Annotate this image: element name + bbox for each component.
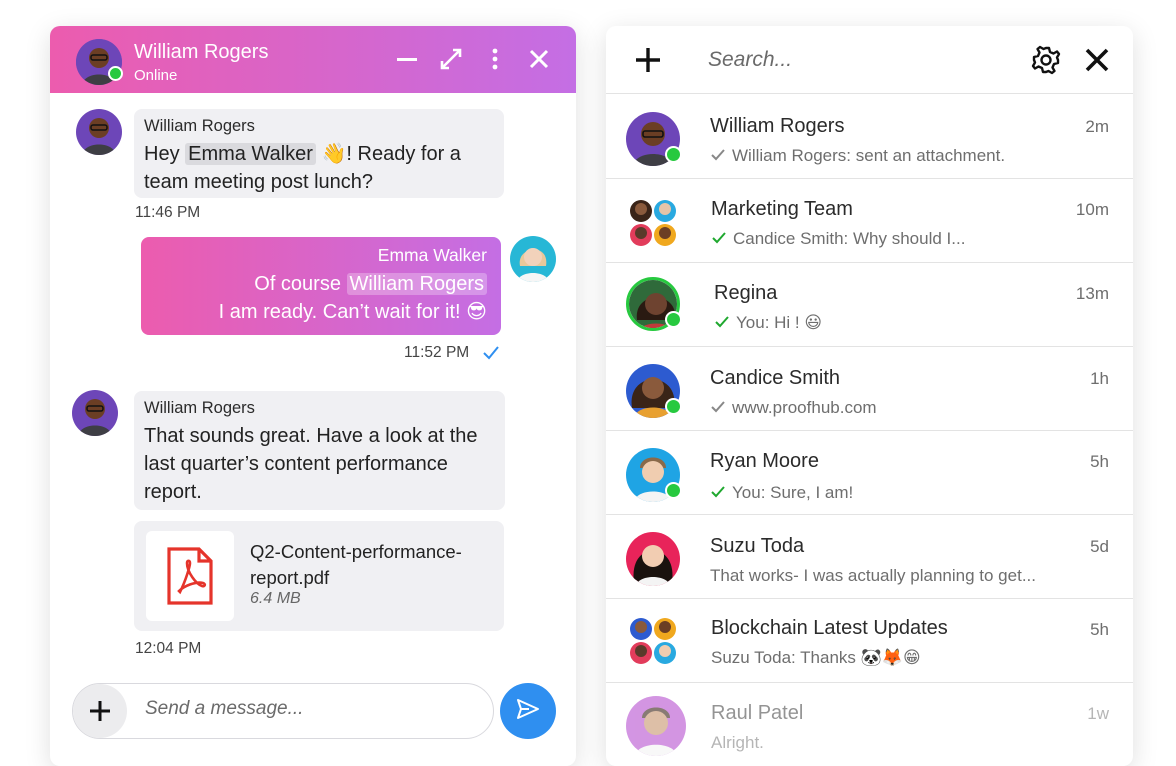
message-time: 12:04 PM [135,640,202,657]
online-indicator [665,146,682,163]
message-text: That sounds great. Have a look at the la… [144,425,478,503]
conversation-preview: William Rogers: sent an attachment. [710,146,1005,167]
conversation-item[interactable]: Marketing Team Candice Smith: Why should… [606,179,1133,263]
file-attachment[interactable]: Q2-Content-performance-report.pdf 6.4 MB [134,521,504,631]
conversation-name: William Rogers [710,115,845,137]
avatar[interactable] [510,236,556,282]
file-name: Q2-Content-performance-report.pdf [250,541,462,588]
conversation-name: Blockchain Latest Updates [711,617,948,639]
gear-icon[interactable] [1030,44,1062,76]
pdf-icon [146,531,234,621]
file-size: 6.4 MB [250,590,301,607]
avatar [626,532,680,586]
check-icon [482,345,500,366]
conversation-preview: www.proofhub.com [710,398,877,419]
conversation-item[interactable]: Ryan Moore You: Sure, I am! 5h [606,431,1133,515]
close-icon[interactable] [526,44,552,74]
list-header [606,26,1133,94]
send-button[interactable] [500,683,556,739]
message-time: 11:52 PM [404,344,470,361]
online-indicator [665,482,682,499]
expand-icon[interactable] [438,44,464,74]
conversation-name: Raul Patel [711,702,804,724]
contact-status: Online [134,67,178,84]
message-bubble: William Rogers Hey Emma Walker 👋! Ready … [134,109,504,198]
mention[interactable]: Emma Walker [185,143,316,165]
conversation-name: Regina [714,282,778,304]
send-icon [516,698,540,725]
message-bubble: William Rogers That sounds great. Have a… [134,391,505,510]
minimize-icon[interactable] [394,44,420,74]
mention[interactable]: William Rogers [346,273,487,295]
conversation-preview: Alright. [711,733,764,752]
conversation-time: 13m [1075,284,1109,303]
message-composer [72,683,494,739]
conversation-preview: Suzu Toda: Thanks 🐼🦊😁 [711,648,921,667]
avatar[interactable] [76,109,122,155]
check-icon [710,399,726,419]
avatar[interactable] [72,390,118,436]
conversation-list-panel: William Rogers William Rogers: sent an a… [606,26,1133,766]
conversation-time: 1h [1090,369,1109,388]
search-input[interactable] [708,48,988,72]
message-text: Hey Emma Walker 👋! Ready for a team meet… [144,143,461,193]
message-sender: William Rogers [144,399,255,417]
message-sender: Emma Walker [377,245,487,265]
conversation-item[interactable]: Candice Smith www.proofhub.com 1h [606,347,1133,431]
chat-window: William Rogers Online William Rogers Hey… [50,26,576,766]
conversation-item[interactable]: Regina You: Hi ! 😃 13m [606,263,1133,347]
message-time: 11:46 PM [135,204,201,221]
message-text: Of course William Rogers I am ready. Can’… [218,273,487,323]
conversation-item[interactable]: Suzu Toda That works- I was actually pla… [606,515,1133,599]
avatar [626,696,686,756]
conversation-name: Candice Smith [710,367,841,389]
conversation-preview: You: Hi ! 😃 [714,313,822,334]
new-chat-button[interactable] [634,46,662,74]
check-icon [714,314,730,334]
check-icon [711,230,727,250]
conversation-time: 10m [1075,200,1109,219]
chat-header: William Rogers Online [50,26,576,93]
message-input[interactable] [145,698,465,720]
conversation-time: 1w [1087,704,1109,723]
close-icon[interactable] [1084,47,1110,73]
conversation-name: Suzu Toda [710,535,805,557]
plus-icon[interactable] [73,684,127,738]
online-indicator [108,66,123,81]
conversation-time: 2m [1085,117,1109,136]
conversation-time: 5d [1090,537,1109,556]
conversation-preview: You: Sure, I am! [710,483,853,504]
conversation-name: Ryan Moore [710,450,819,472]
group-avatar [628,614,682,668]
conversation-time: 5h [1090,452,1109,471]
conversation-preview: That works- I was actually planning to g… [710,566,1036,585]
more-vertical-icon[interactable] [482,44,508,74]
conversation-preview: Candice Smith: Why should I... [711,229,965,250]
message-bubble-outgoing: Emma Walker Of course William Rogers I am… [141,237,501,335]
contact-name: William Rogers [134,41,269,63]
conversation-item[interactable]: Raul Patel Alright. 1w [606,683,1133,766]
check-icon [710,147,726,167]
online-indicator [665,398,682,415]
message-sender: William Rogers [144,117,255,135]
conversation-item[interactable]: Blockchain Latest Updates Suzu Toda: Tha… [606,599,1133,683]
conversation-item[interactable]: William Rogers William Rogers: sent an a… [606,95,1133,179]
conversation-name: Marketing Team [711,198,853,220]
group-avatar [628,196,682,250]
check-icon [710,484,726,504]
conversation-time: 5h [1090,620,1109,639]
online-indicator [665,311,682,328]
